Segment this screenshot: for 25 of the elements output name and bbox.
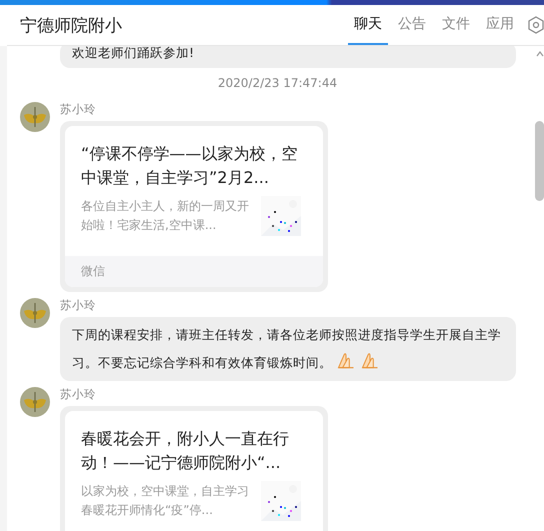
card-description: 各位自主小主人，新的一周又开始啦！宅家生活,空中课... [81, 198, 250, 234]
sender-name: 苏小玲 [60, 387, 97, 402]
link-card[interactable]: “停课不停学——以家为校，空中课堂，自主学习”2月2... 各位自主小主人，新的一周又开始啦！宅家生活,空中课... 微信 [60, 121, 328, 292]
card-title: “停课不停学——以家为校，空中课堂，自主学习”2月2... [80, 143, 298, 189]
sender-name: 苏小玲 [60, 102, 97, 117]
tab[interactable]: 应用 [480, 5, 520, 45]
avatar [20, 298, 50, 328]
link-card[interactable]: 春暖花会开，附小人一直在行动！——记宁德师院附小“... 以家为校，空中课堂，自主学习春暖花开师情化“疫”停... [60, 406, 328, 531]
card-description: 以家为校，空中课堂，自主学习春暖花开师情化“疫”停... [81, 483, 250, 519]
praying-hands-icon [360, 351, 380, 371]
scrollbar-thumb[interactable] [535, 121, 544, 201]
settings-icon[interactable] [528, 16, 544, 34]
card-source: 微信 [65, 256, 323, 287]
avatar [20, 102, 50, 132]
sender-name: 苏小玲 [60, 298, 97, 313]
scroll-up-icon[interactable] [536, 51, 544, 57]
praying-hands-icon [336, 351, 356, 371]
window-title: 宁德师院附小 [20, 14, 123, 36]
card-title: 春暖花会开，附小人一直在行动！——记宁德师院附小“... [80, 428, 290, 474]
message-bubble: 欢迎老师们踊跃参加! [60, 46, 516, 68]
tab[interactable]: 文件 [436, 5, 476, 45]
timestamp: 2020/2/23 17:47:44 [218, 76, 338, 90]
message-bubble: 下周的课程安排，请班主任转发，请各位老师按照进度指导学生开展自主学习。不要忘记综合学科和有效体育锻炼时间。 [60, 317, 516, 381]
tab[interactable]: 公告 [392, 5, 432, 45]
avatar [20, 387, 50, 417]
